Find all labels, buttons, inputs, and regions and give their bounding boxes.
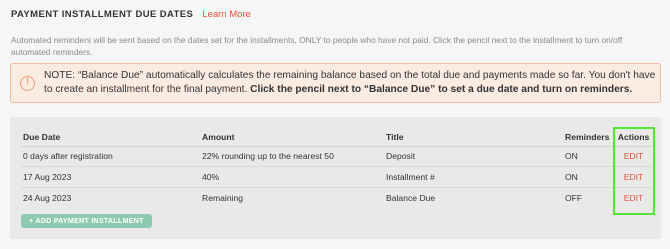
amount-cell: 40% <box>202 166 386 188</box>
table-row: 24 Aug 2023 Remaining Balance Due OFF ED… <box>21 187 654 208</box>
actions-cell: EDIT <box>613 166 654 188</box>
due-date-cell: 0 days after registration <box>21 146 202 168</box>
actions-cell: EDIT <box>613 146 654 168</box>
title-cell: Balance Due <box>386 192 436 203</box>
note-text-bold: Click the pencil next to “Balance Due” t… <box>250 84 633 95</box>
table-row: 0 days after registration 22% rounding u… <box>21 146 654 168</box>
edit-link[interactable]: EDIT <box>624 193 644 203</box>
installments-table: Due Date Amount Title Reminders Actions … <box>21 129 654 208</box>
title-cell: Deposit <box>386 146 565 168</box>
reminders-cell: OFF <box>565 192 583 203</box>
amount-cell: 22% rounding up to the nearest 50 <box>202 146 386 168</box>
column-header-due-date: Due Date <box>21 129 202 147</box>
column-header-reminders: Reminders <box>565 129 613 147</box>
table-row: 17 Aug 2023 40% Installment # ON EDIT <box>21 166 654 188</box>
edit-link[interactable]: EDIT <box>624 151 644 161</box>
note-text: NOTE: “Balance Due” automatically calcul… <box>44 69 660 97</box>
note-banner: ! NOTE: “Balance Due” automatically calc… <box>10 63 661 103</box>
title-cell: Installment # <box>386 166 565 188</box>
section-header: PAYMENT INSTALLMENT DUE DATES Learn More <box>11 9 251 20</box>
section-description: Automated reminders will be sent based o… <box>11 35 623 57</box>
column-header-actions: Actions <box>613 129 654 147</box>
amount-cell: Remaining <box>202 192 244 203</box>
exclamation-circle-icon: ! <box>20 75 35 91</box>
table-header-row: Due Date Amount Title Reminders Actions <box>21 129 654 147</box>
add-payment-installment-button[interactable]: + ADD PAYMENT INSTALLMENT <box>21 214 152 228</box>
learn-more-link[interactable]: Learn More <box>202 9 251 20</box>
due-date-cell: 24 Aug 2023 <box>23 192 72 203</box>
column-header-title: Title <box>386 129 565 147</box>
reminders-cell: ON <box>565 166 613 188</box>
due-date-cell: 17 Aug 2023 <box>21 166 202 188</box>
column-header-amount: Amount <box>202 129 386 147</box>
reminders-cell: ON <box>565 146 613 168</box>
edit-link[interactable]: EDIT <box>624 172 644 182</box>
section-title: PAYMENT INSTALLMENT DUE DATES <box>11 9 194 20</box>
actions-cell: EDIT <box>613 187 654 208</box>
